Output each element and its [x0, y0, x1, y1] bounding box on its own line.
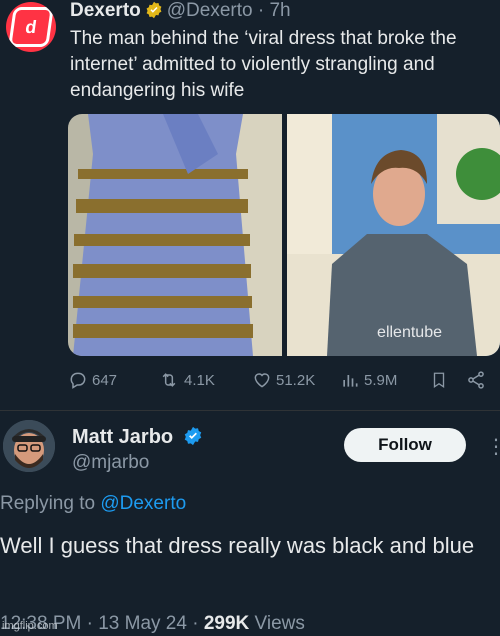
replying-prefix: Replying to [0, 493, 96, 514]
reply-text: Well I guess that dress really was black… [0, 533, 475, 558]
divider [0, 410, 500, 411]
like-count: 51.2K [276, 371, 316, 389]
verified-blue-icon [183, 426, 203, 452]
mjarbo-avatar[interactable] [3, 420, 55, 472]
tweet-header: Dexerto @Dexerto · 7h [70, 0, 291, 25]
retweet-count: 4.1K [184, 371, 215, 389]
share-icon [468, 371, 484, 389]
like-action[interactable]: 51.2K [252, 370, 315, 390]
author-handle[interactable]: @Dexerto [167, 0, 253, 21]
reply-author-handle[interactable]: @mjarbo [72, 452, 149, 474]
views-action[interactable]: 5.9M [340, 370, 397, 390]
bookmark-action[interactable] [430, 370, 448, 390]
author-name[interactable]: Dexerto [70, 0, 141, 21]
tweet-time[interactable]: · 7h [258, 0, 291, 21]
ellentube-watermark: ellentube [377, 324, 442, 341]
reply-author-row: Matt Jarbo [72, 426, 207, 452]
reply-action[interactable]: 647 [68, 370, 117, 390]
reply-date[interactable]: 13 May 24 [98, 613, 187, 634]
imgflip-watermark: imgflip.com [2, 620, 58, 632]
retweet-action[interactable]: 4.1K [158, 370, 215, 390]
dress-photo[interactable] [68, 114, 282, 356]
reply-count: 647 [92, 371, 118, 389]
replying-to: Replying to @Dexerto [0, 493, 186, 515]
reply-views-label: Views [254, 613, 305, 634]
bookmark-icon [433, 372, 445, 389]
share-action[interactable] [466, 370, 486, 390]
man-photo[interactable] [287, 114, 500, 356]
retweet-icon [162, 373, 176, 387]
reply-views-count: 299K [203, 613, 250, 634]
dexerto-logo-icon: d [8, 7, 54, 47]
tweet-actions: 647 4.1K 51.2K 5.9M [68, 370, 498, 394]
analytics-icon [343, 375, 358, 387]
replying-handle-link[interactable]: @Dexerto [100, 493, 186, 514]
more-options-icon[interactable]: ⋮ [486, 434, 500, 459]
follow-button[interactable]: Follow [344, 428, 466, 462]
tweet-media[interactable]: ellentube [68, 114, 500, 356]
tweet-text: The man behind the ‘viral dress that bro… [70, 28, 457, 101]
view-count: 5.9M [364, 371, 398, 389]
avatar-image [3, 420, 55, 472]
verified-gold-icon [145, 1, 163, 25]
reply-icon [70, 372, 86, 389]
reply-author-name[interactable]: Matt Jarbo [72, 426, 173, 448]
heart-icon [254, 373, 270, 388]
dexerto-avatar[interactable]: d [6, 2, 56, 52]
